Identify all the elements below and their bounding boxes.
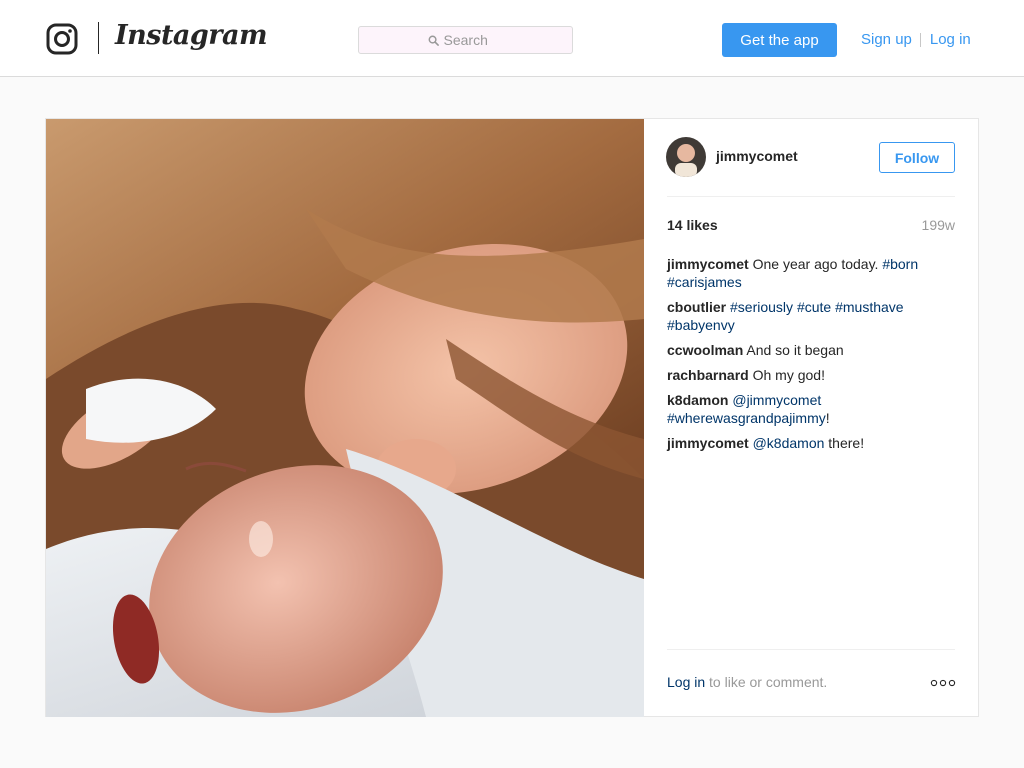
log-in-link[interactable]: Log in (930, 31, 971, 48)
mention-link[interactable]: @k8damon (753, 435, 825, 451)
comment-item: cboutlier #seriously #cute #musthave #ba… (667, 298, 957, 334)
comment-item: jimmycomet One year ago today. #born #ca… (667, 255, 957, 291)
hashtag-link[interactable]: #wherewasgrandpajimmy (667, 410, 826, 426)
footer-divider (667, 649, 955, 650)
login-prompt-text: to like or comment. (705, 674, 828, 690)
instagram-camera-icon[interactable] (46, 23, 78, 55)
auth-separator (919, 32, 921, 47)
hashtag-link[interactable]: #born (882, 256, 918, 272)
comment-text: One year ago today. (748, 256, 883, 272)
post-age[interactable]: 199w (922, 217, 955, 233)
search-icon (428, 35, 439, 46)
owner-username[interactable]: jimmycomet (716, 148, 798, 164)
likes-count[interactable]: 14 likes (667, 217, 718, 233)
login-to-comment-link[interactable]: Log in (667, 674, 705, 690)
hashtag-link[interactable]: #musthave (835, 299, 903, 315)
comment-text: And so it began (743, 342, 844, 358)
sign-up-link[interactable]: Sign up (861, 31, 912, 48)
header-divider (667, 196, 955, 197)
avatar-image (666, 137, 706, 177)
comment-username[interactable]: jimmycomet (667, 256, 749, 272)
login-prompt: Log in to like or comment. (667, 674, 827, 690)
more-options-icon[interactable] (930, 677, 956, 689)
post-photo[interactable] (46, 119, 644, 717)
get-the-app-button[interactable]: Get the app (722, 23, 837, 57)
comment-item: ccwoolman And so it began (667, 341, 957, 359)
auth-links: Sign up Log in (861, 31, 971, 48)
comment-username[interactable]: jimmycomet (667, 435, 749, 451)
follow-button[interactable]: Follow (879, 142, 955, 173)
hashtag-link[interactable]: #babyenvy (667, 317, 735, 333)
comment-item: rachbarnard Oh my god! (667, 366, 957, 384)
mention-link[interactable]: @jimmycomet (732, 392, 821, 408)
post-sidebar: jimmycomet Follow 14 likes 199w jimmycom… (644, 119, 979, 716)
brand-divider (98, 22, 99, 54)
hashtag-link[interactable]: #carisjames (667, 274, 742, 290)
search-input[interactable] (443, 32, 504, 48)
hashtag-link[interactable]: #cute (797, 299, 831, 315)
comment-username[interactable]: cboutlier (667, 299, 726, 315)
comment-item: k8damon @jimmycomet #wherewasgrandpajimm… (667, 391, 957, 427)
comment-text: ! (825, 410, 830, 426)
comment-list: jimmycomet One year ago today. #born #ca… (667, 255, 957, 459)
top-navigation-bar: Instagram Get the app Sign up Log in (0, 0, 1024, 77)
search-box[interactable] (358, 26, 573, 54)
comment-text: Oh my god! (748, 367, 825, 383)
avatar[interactable] (666, 137, 706, 177)
instagram-wordmark[interactable]: Instagram (115, 20, 268, 51)
comment-username[interactable]: ccwoolman (667, 342, 743, 358)
post-image (46, 119, 644, 717)
hashtag-link[interactable]: #seriously (730, 299, 793, 315)
comment-item: jimmycomet @k8damon there! (667, 434, 957, 452)
comment-username[interactable]: rachbarnard (667, 367, 749, 383)
post-card: jimmycomet Follow 14 likes 199w jimmycom… (45, 118, 979, 717)
comment-username[interactable]: k8damon (667, 392, 728, 408)
comment-text: there! (824, 435, 865, 451)
